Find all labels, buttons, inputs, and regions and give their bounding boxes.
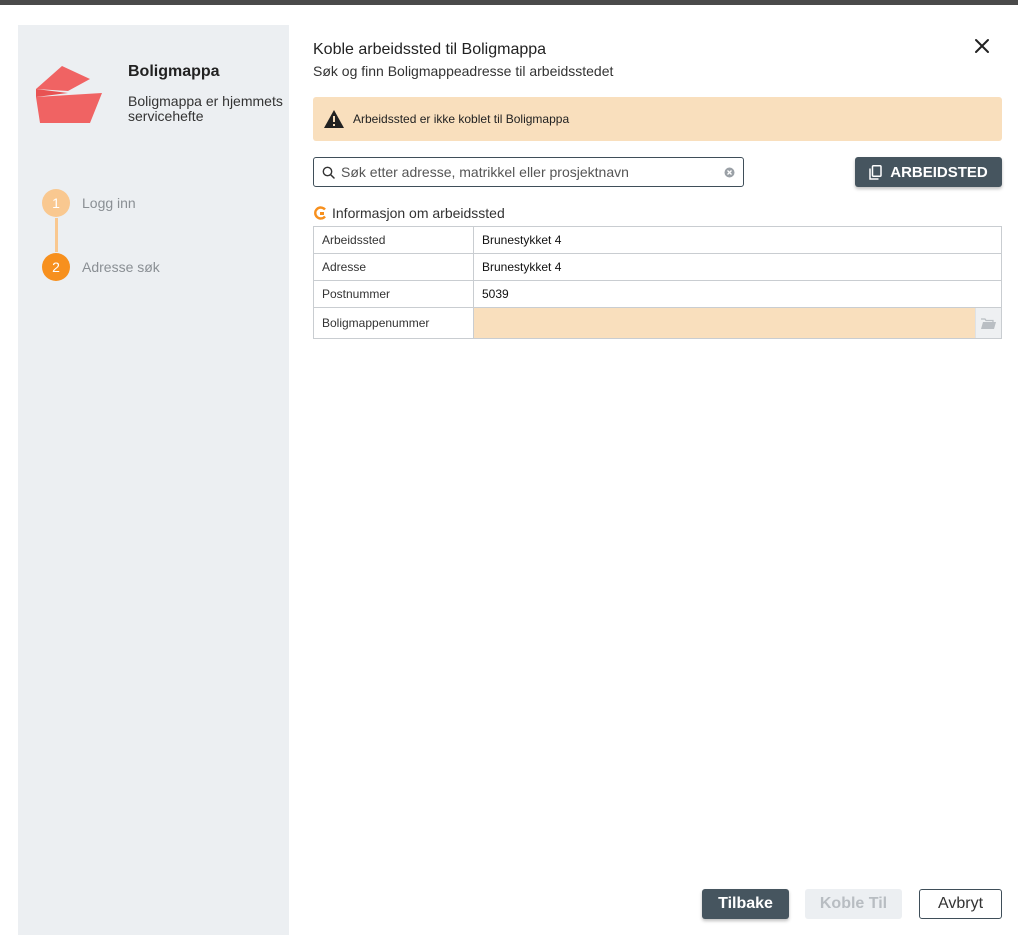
step-number-1: 1 [42, 189, 70, 217]
brand-description: Boligmappa er hjemmets servicehefte [128, 93, 283, 124]
cancel-button[interactable]: Avbryt [919, 889, 1002, 919]
boligmappa-logo-icon [36, 66, 102, 123]
row-value-boligmappenummer [473, 307, 1002, 339]
step-label-logg-inn: Logg inn [82, 195, 136, 211]
sidebar: Boligmappa Boligmappa er hjemmets servic… [18, 25, 289, 935]
row-key-adresse: Adresse [313, 253, 474, 281]
row-key-postnummer: Postnummer [313, 280, 474, 308]
row-value-arbeidssted: Brunestykket 4 [473, 226, 1002, 254]
search-input[interactable] [341, 164, 723, 180]
open-folder-button[interactable] [975, 308, 1001, 338]
dialog-subtitle: Søk og finn Boligmappeadresse til arbeid… [313, 63, 614, 79]
connect-button[interactable]: Koble Til [805, 889, 902, 919]
table-row: Postnummer 5039 [313, 280, 1002, 308]
step-label-adresse-sok: Adresse søk [82, 259, 160, 275]
folder-open-icon [981, 317, 996, 329]
table-row: Boligmappenummer [313, 307, 1002, 339]
close-button[interactable] [970, 34, 994, 58]
step-connector [55, 218, 58, 252]
close-icon [975, 39, 989, 53]
search-icon [322, 166, 335, 179]
table-row: Arbeidssted Brunestykket 4 [313, 226, 1002, 254]
table-row: Adresse Brunestykket 4 [313, 253, 1002, 281]
info-table: Arbeidssted Brunestykket 4 Adresse Brune… [313, 226, 1002, 339]
row-value-postnummer: 5039 [473, 280, 1002, 308]
alert-not-connected: Arbeidssted er ikke koblet til Boligmapp… [313, 97, 1002, 141]
brand-title: Boligmappa [128, 63, 220, 80]
step-adresse-sok: 2 Adresse søk [42, 253, 160, 281]
boligmappa-mini-icon [314, 206, 326, 220]
row-key-boligmappenummer: Boligmappenummer [313, 307, 474, 339]
arbeidsted-button-label: ARBEIDSTED [890, 163, 988, 181]
step-logg-inn: 1 Logg inn [42, 189, 136, 217]
alert-text: Arbeidssted er ikke koblet til Boligmapp… [353, 112, 570, 126]
back-button[interactable]: Tilbake [702, 889, 789, 919]
dialog-title: Koble arbeidssted til Boligmappa [313, 41, 547, 58]
arbeidsted-button[interactable]: ARBEIDSTED [855, 157, 1002, 187]
info-heading-text: Informasjon om arbeidssted [332, 205, 505, 221]
warning-icon [324, 110, 344, 128]
copy-icon [869, 164, 882, 180]
search-box [313, 157, 744, 187]
clear-search-icon[interactable] [723, 166, 735, 178]
info-heading: Informasjon om arbeidssted [313, 205, 505, 221]
row-key-arbeidssted: Arbeidssted [313, 226, 474, 254]
row-value-adresse: Brunestykket 4 [473, 253, 1002, 281]
step-number-2: 2 [42, 253, 70, 281]
dialog-main: Koble arbeidssted til Boligmappa Søk og … [313, 0, 1003, 952]
